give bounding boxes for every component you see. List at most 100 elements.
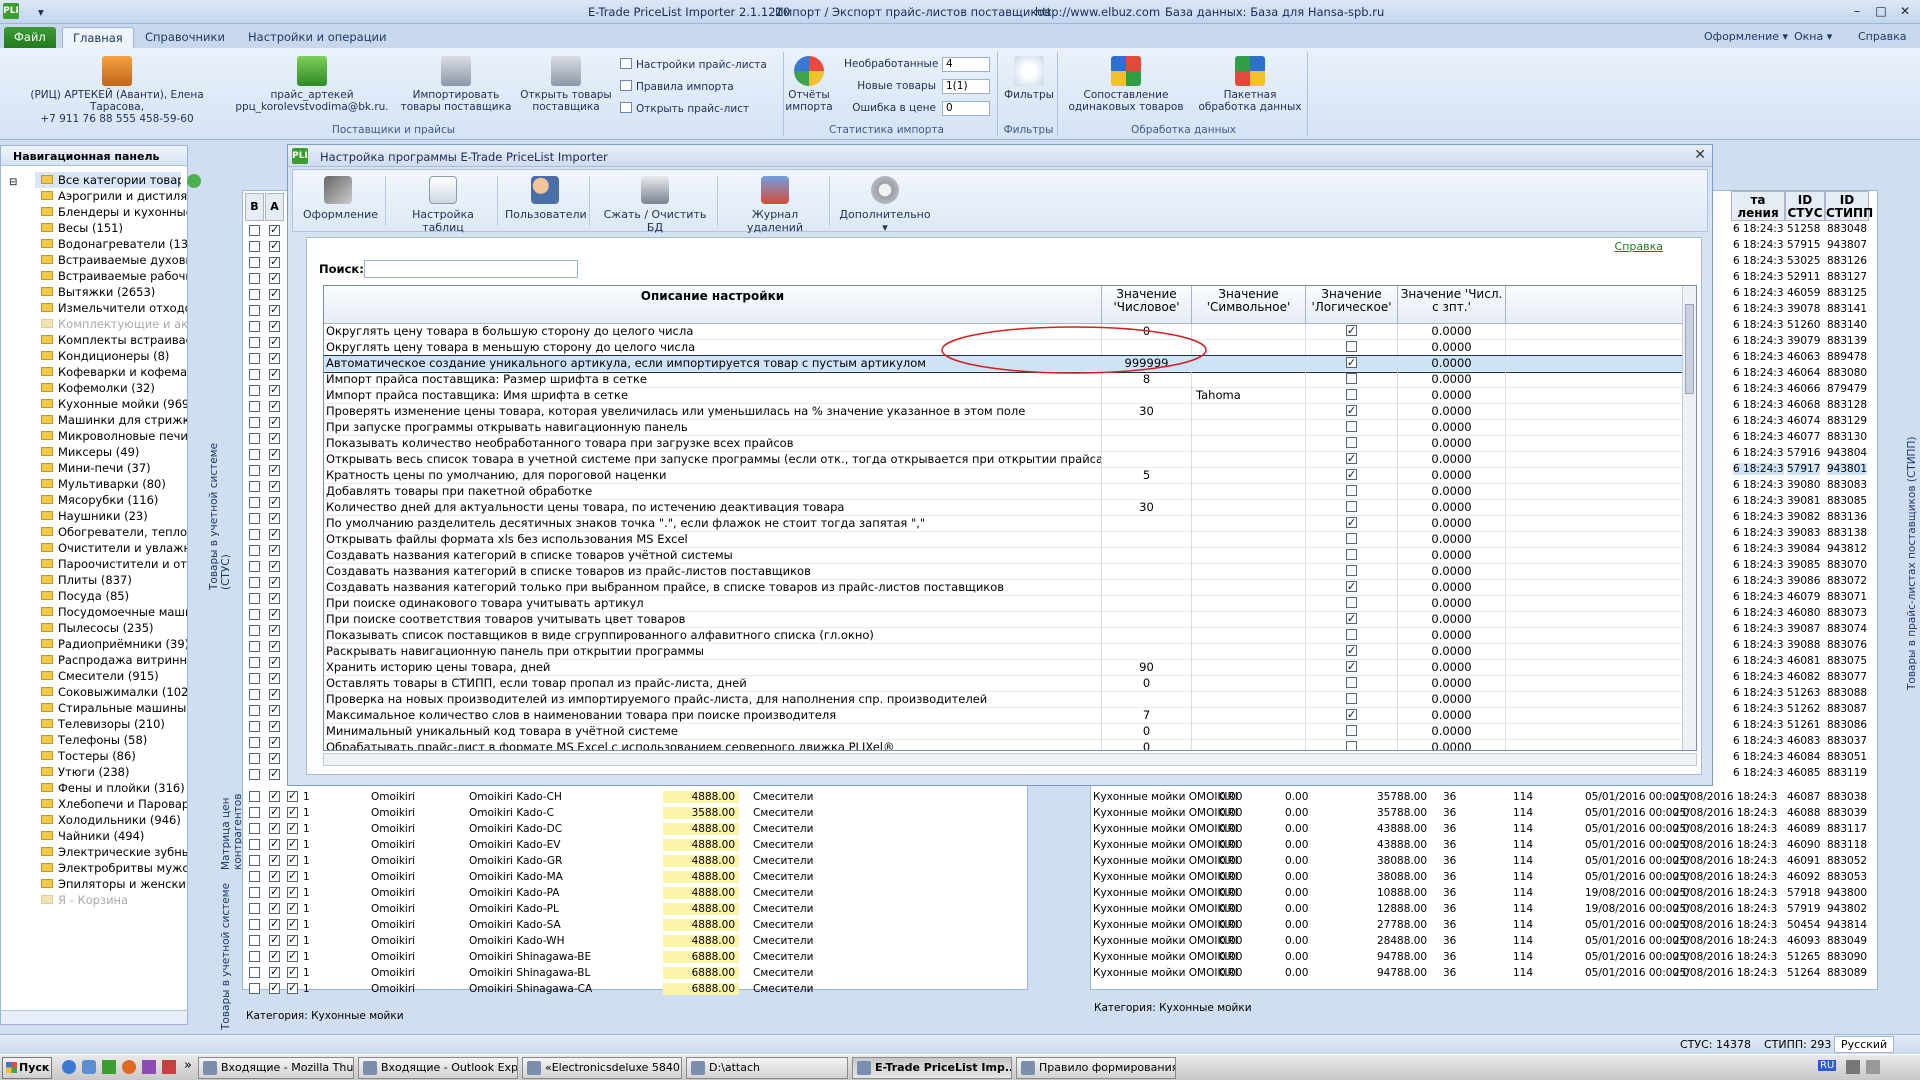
setting-checkbox[interactable]	[1346, 693, 1357, 704]
row-checkbox-a[interactable]	[269, 901, 280, 914]
pli-icon[interactable]	[102, 1060, 116, 1074]
row-checkbox-b[interactable]	[249, 369, 260, 380]
nav-item[interactable]: Мультиварки (80)	[41, 476, 187, 492]
settings-row[interactable]: При запуске программы открывать навигаци…	[324, 420, 1696, 436]
row-checkbox-a[interactable]	[269, 655, 280, 668]
row-checkbox-c[interactable]	[287, 885, 298, 898]
row-checkbox-a[interactable]	[269, 671, 280, 684]
import-rules-button[interactable]: Правила импорта	[620, 80, 734, 94]
row-checkbox-a[interactable]	[269, 917, 280, 930]
maximize-button[interactable]: □	[1870, 3, 1892, 19]
app-icon-6[interactable]	[162, 1060, 176, 1074]
setting-symbolic[interactable]	[1192, 452, 1306, 468]
setting-symbolic[interactable]	[1192, 548, 1306, 564]
more-icon[interactable]: »	[184, 1058, 192, 1073]
nav-item[interactable]: Комплектующие и акс	[41, 316, 187, 332]
nav-item[interactable]: Телевизоры (210)	[41, 716, 187, 732]
row-checkbox-b[interactable]	[249, 545, 260, 556]
settings-row[interactable]: Создавать названия категорий в списке то…	[324, 564, 1696, 580]
row-checkbox-b[interactable]	[249, 305, 260, 316]
nav-item[interactable]: Мясорубки (116)	[41, 492, 187, 508]
row-checkbox-b[interactable]	[249, 673, 260, 684]
nav-item[interactable]: Соковыжималки (102	[41, 684, 187, 700]
setting-symbolic[interactable]	[1192, 628, 1306, 644]
row-checkbox-a[interactable]	[269, 821, 280, 834]
setting-checkbox[interactable]	[1346, 324, 1357, 338]
row-checkbox-b[interactable]	[249, 577, 260, 588]
row-checkbox-b[interactable]	[249, 433, 260, 444]
setting-decimal[interactable]: 0.0000	[1398, 436, 1506, 452]
setting-checkbox[interactable]	[1346, 341, 1357, 352]
row-checkbox-b[interactable]	[249, 225, 260, 236]
settings-row[interactable]: По умолчанию разделитель десятичных знак…	[324, 516, 1696, 532]
setting-decimal[interactable]: 0.0000	[1398, 564, 1506, 580]
row-checkbox-a[interactable]	[269, 623, 280, 636]
nav-item[interactable]: Посуда (85)	[41, 588, 187, 604]
setting-symbolic[interactable]	[1192, 500, 1306, 516]
row-checkbox-b[interactable]	[249, 689, 260, 700]
col-numeric[interactable]: Значение 'Числовое'	[1102, 286, 1192, 324]
nav-item[interactable]: Телефоны (58)	[41, 732, 187, 748]
setting-numeric[interactable]	[1102, 580, 1192, 596]
nav-item[interactable]: Холодильники (946)	[41, 812, 187, 828]
row-checkbox-b[interactable]	[249, 513, 260, 524]
row-checkbox-b[interactable]	[249, 641, 260, 652]
settings-row[interactable]: Открывать весь список товара в учетной с…	[324, 452, 1696, 468]
setting-numeric[interactable]: 30	[1102, 404, 1192, 420]
setting-decimal[interactable]: 0.0000	[1398, 692, 1506, 708]
nav-item[interactable]: Комплекты встраивае	[41, 332, 187, 348]
row-checkbox-a[interactable]	[269, 447, 280, 460]
setting-checkbox[interactable]	[1346, 373, 1357, 384]
col-symbolic[interactable]: Значение 'Символьное'	[1192, 286, 1306, 324]
outlook-icon[interactable]	[82, 1060, 96, 1074]
settings-row[interactable]: Показывать количество необработанного то…	[324, 436, 1696, 452]
col-logical[interactable]: Значение 'Логическое'	[1306, 286, 1398, 324]
nav-item[interactable]: Стиральные машины (	[41, 700, 187, 716]
col-header-v[interactable]: В	[245, 193, 264, 221]
row-checkbox-b[interactable]	[249, 887, 260, 898]
tray-network-icon[interactable]	[1846, 1060, 1860, 1074]
task-thunderbird[interactable]: Входящие - Mozilla Thun...	[198, 1057, 354, 1079]
tray-volume-icon[interactable]	[1866, 1060, 1880, 1074]
setting-decimal[interactable]: 0.0000	[1398, 468, 1506, 484]
row-checkbox-a[interactable]	[269, 853, 280, 866]
row-checkbox-a[interactable]	[269, 965, 280, 978]
tab-stus[interactable]: Товары в учетной системе (СТУС)	[208, 410, 232, 590]
row-checkbox-a[interactable]	[269, 869, 280, 882]
settings-row[interactable]: Импорт прайса поставщика: Имя шрифта в с…	[324, 388, 1696, 404]
task-rule[interactable]: Правило формирования...	[1016, 1057, 1176, 1079]
row-checkbox-c[interactable]	[287, 901, 298, 914]
settings-row[interactable]: Создавать названия категорий только при …	[324, 580, 1696, 596]
setting-decimal[interactable]: 0.0000	[1398, 740, 1506, 750]
setting-numeric[interactable]	[1102, 516, 1192, 532]
setting-symbolic[interactable]	[1192, 356, 1306, 372]
settings-row[interactable]: Обрабатывать прайс-лист в формате MS Exc…	[324, 740, 1696, 750]
nav-item[interactable]: Все категории товаров	[35, 172, 181, 188]
start-button[interactable]: Пуск	[2, 1057, 52, 1079]
settings-row[interactable]: Раскрывать навигационную панель при откр…	[324, 644, 1696, 660]
row-checkbox-a[interactable]	[269, 367, 280, 380]
compress-db-button[interactable]: Сжать / Очистить БД	[597, 176, 713, 234]
setting-checkbox[interactable]	[1346, 501, 1357, 512]
row-checkbox-b[interactable]	[249, 241, 260, 252]
row-checkbox-a[interactable]	[269, 335, 280, 348]
setting-checkbox[interactable]	[1346, 644, 1357, 658]
row-checkbox-b[interactable]	[249, 625, 260, 636]
close-button[interactable]: ✕	[1894, 3, 1916, 19]
pricelist-settings-button[interactable]: Настройки прайс-листа	[620, 58, 767, 72]
row-checkbox-a[interactable]	[269, 383, 280, 396]
setting-decimal[interactable]: 0.0000	[1398, 724, 1506, 740]
nav-item[interactable]: Смесители (915)	[41, 668, 187, 684]
table-settings-button[interactable]: Настройка таблиц	[393, 176, 493, 234]
row-checkbox-c[interactable]	[287, 805, 298, 818]
setting-decimal[interactable]: 0.0000	[1398, 404, 1506, 420]
row-checkbox-b[interactable]	[249, 705, 260, 716]
setting-decimal[interactable]: 0.0000	[1398, 548, 1506, 564]
setting-numeric[interactable]: 7	[1102, 708, 1192, 724]
tab-settings[interactable]: Настройки и операции	[238, 27, 396, 48]
setting-symbolic[interactable]	[1192, 532, 1306, 548]
settings-row[interactable]: Создавать названия категорий в списке то…	[324, 548, 1696, 564]
tab-references[interactable]: Справочники	[135, 27, 235, 48]
row-checkbox-a[interactable]	[269, 837, 280, 850]
nav-item[interactable]: Пылесосы (235)	[41, 620, 187, 636]
